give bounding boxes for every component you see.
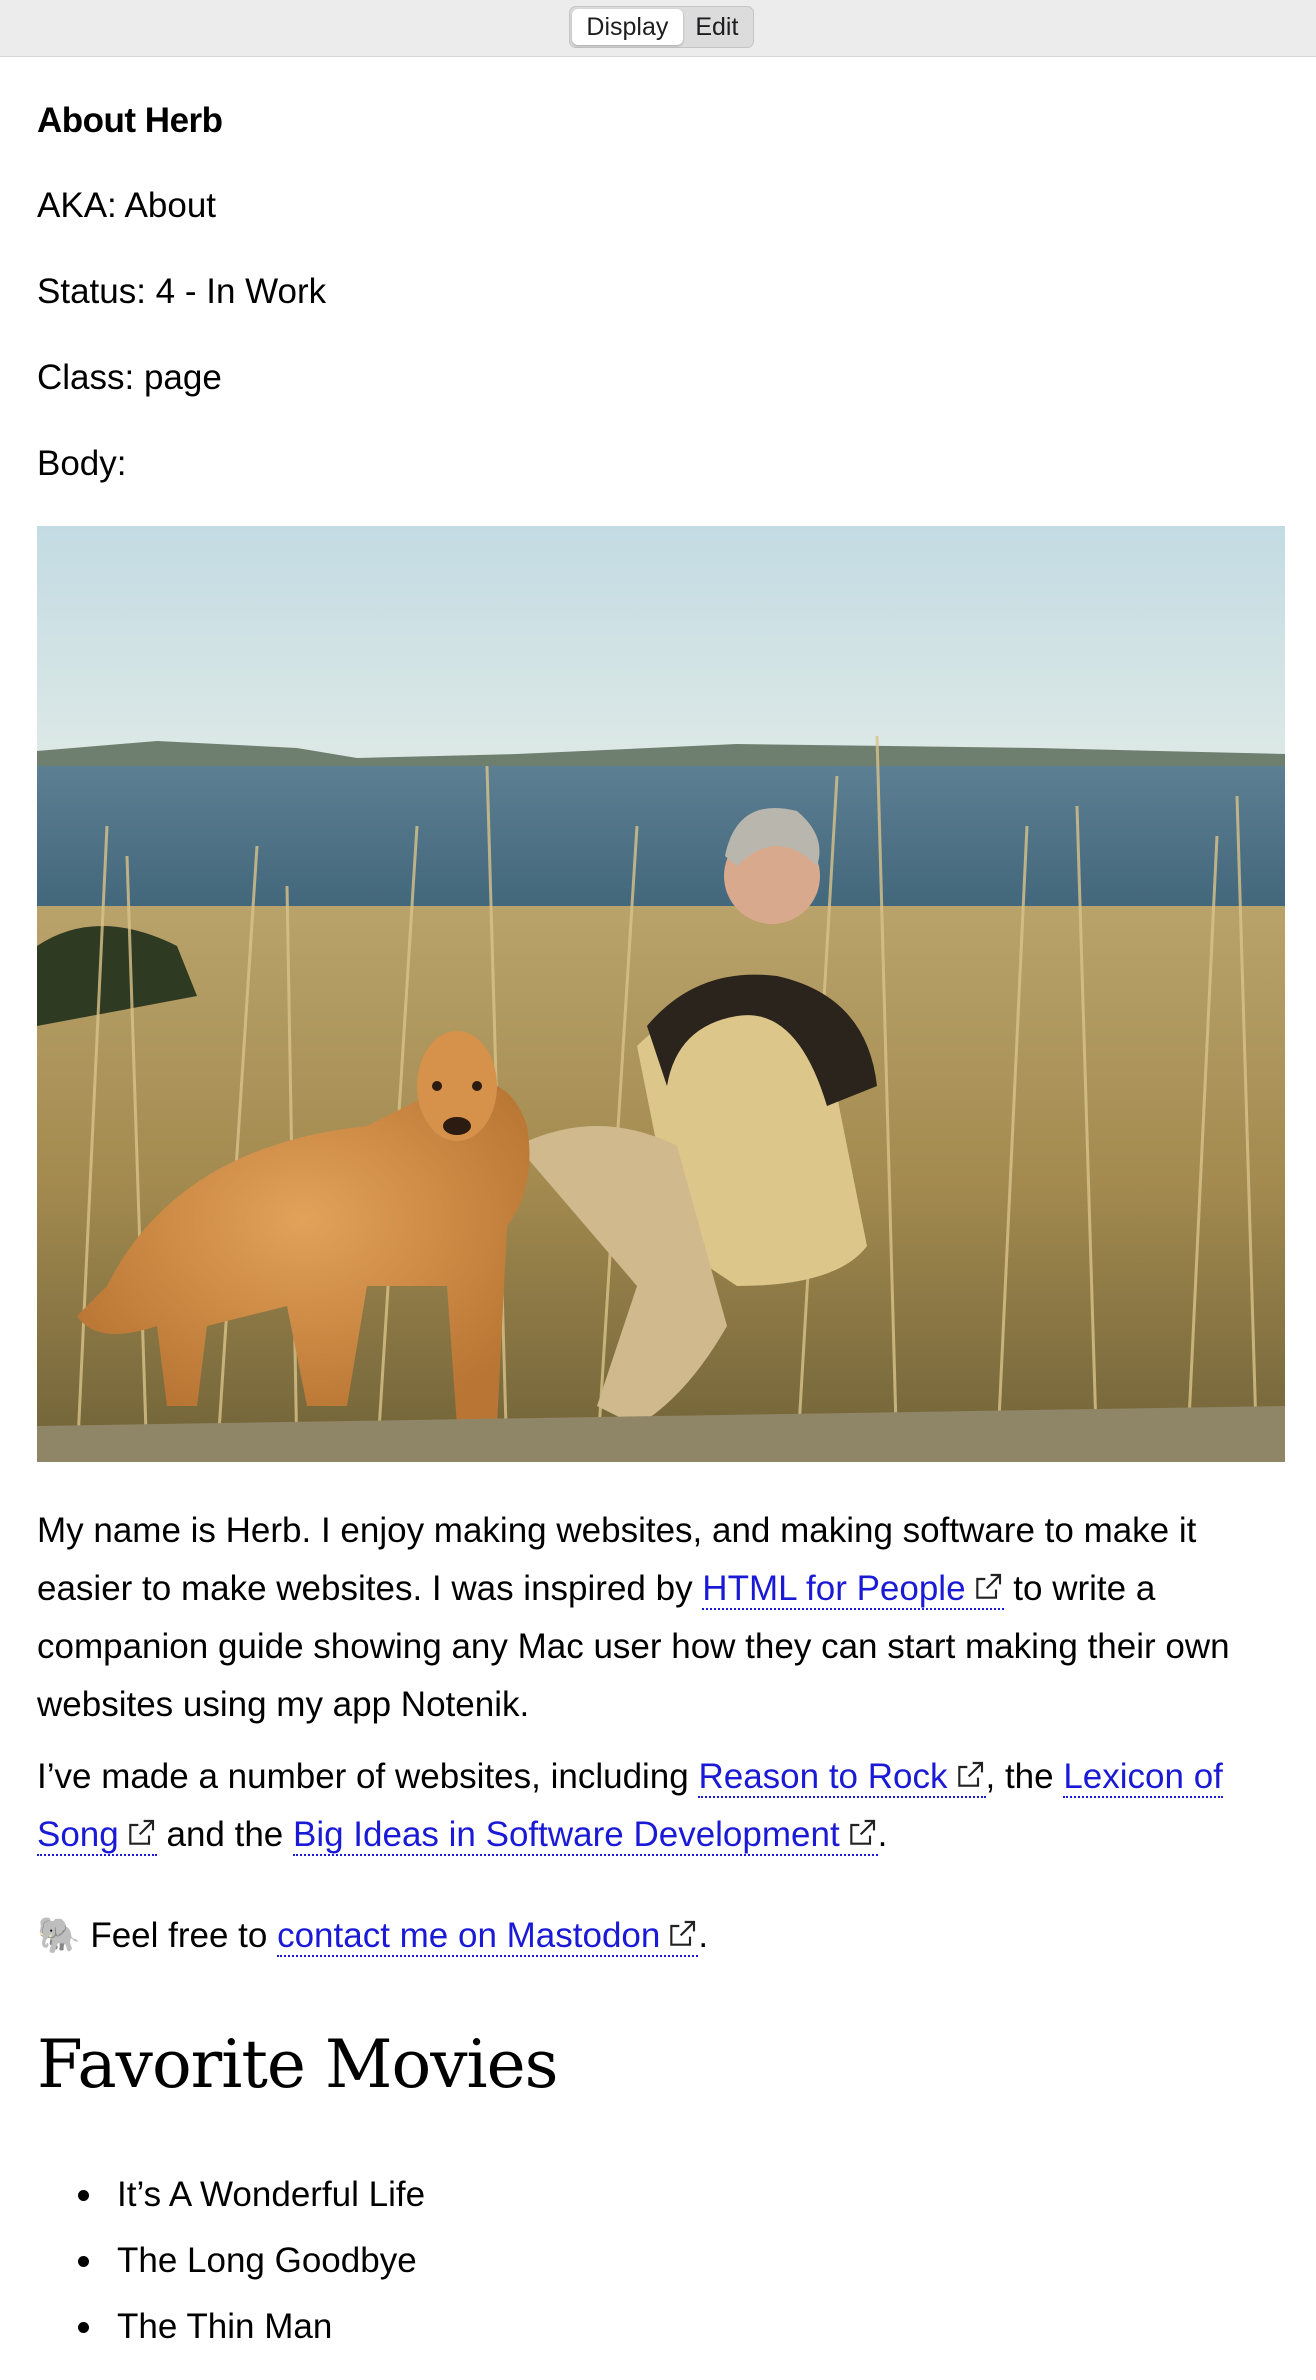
view-mode-segmented-control: Display Edit xyxy=(569,6,754,48)
favorite-movies-heading: Favorite Movies xyxy=(37,2026,559,2103)
mastodon-link-text: contact me on Mastodon xyxy=(277,1916,661,1955)
mastodon-link[interactable]: contact me on Mastodon xyxy=(277,1916,699,1957)
list-item: It’s A Wonderful Life xyxy=(77,2166,425,2232)
websites-text-1: I’ve made a number of websites, includin… xyxy=(37,1757,699,1796)
external-link-icon xyxy=(849,1819,875,1845)
external-link-icon xyxy=(975,1573,1001,1599)
reason-to-rock-link[interactable]: Reason to Rock xyxy=(698,1757,986,1798)
note-title: About Herb xyxy=(37,101,223,140)
reason-to-rock-link-text: Reason to Rock xyxy=(698,1757,948,1796)
external-link-icon xyxy=(129,1819,154,1845)
html-for-people-link[interactable]: HTML for People xyxy=(702,1569,1004,1610)
websites-text-4: . xyxy=(877,1815,888,1854)
display-tab[interactable]: Display xyxy=(572,9,683,45)
websites-paragraph: I’ve made a number of websites, includin… xyxy=(37,1748,1285,1864)
favorite-movies-list: It’s A Wonderful Life The Long Goodbye T… xyxy=(37,2166,425,2364)
status-field: Status: 4 - In Work xyxy=(37,272,327,311)
external-link-icon xyxy=(957,1761,983,1787)
html-for-people-link-text: HTML for People xyxy=(702,1569,966,1608)
big-ideas-link[interactable]: Big Ideas in Software Development xyxy=(292,1815,878,1856)
big-ideas-link-text: Big Ideas in Software Development xyxy=(292,1815,840,1854)
class-field: Class: page xyxy=(37,358,222,397)
aka-field: AKA: About xyxy=(37,186,217,225)
external-link-icon xyxy=(670,1920,696,1946)
websites-text-2: , the xyxy=(985,1757,1064,1796)
toolbar: Display Edit xyxy=(0,0,1316,57)
body-label: Body: xyxy=(37,444,127,483)
list-item: The Thin Man xyxy=(77,2298,425,2364)
edit-tab[interactable]: Edit xyxy=(683,9,751,45)
elephant-emoji: 🐘 xyxy=(37,1916,81,1955)
list-item: The Long Goodbye xyxy=(77,2232,425,2298)
intro-paragraph: My name is Herb. I enjoy making websites… xyxy=(37,1502,1285,1734)
mastodon-text-2: . xyxy=(698,1916,709,1955)
mastodon-paragraph: 🐘 Feel free to contact me on Mastodon. xyxy=(37,1907,1285,1965)
photo-herb-with-dog xyxy=(37,526,1285,1462)
mastodon-text-1: Feel free to xyxy=(80,1916,278,1955)
websites-text-3: and the xyxy=(156,1815,293,1854)
